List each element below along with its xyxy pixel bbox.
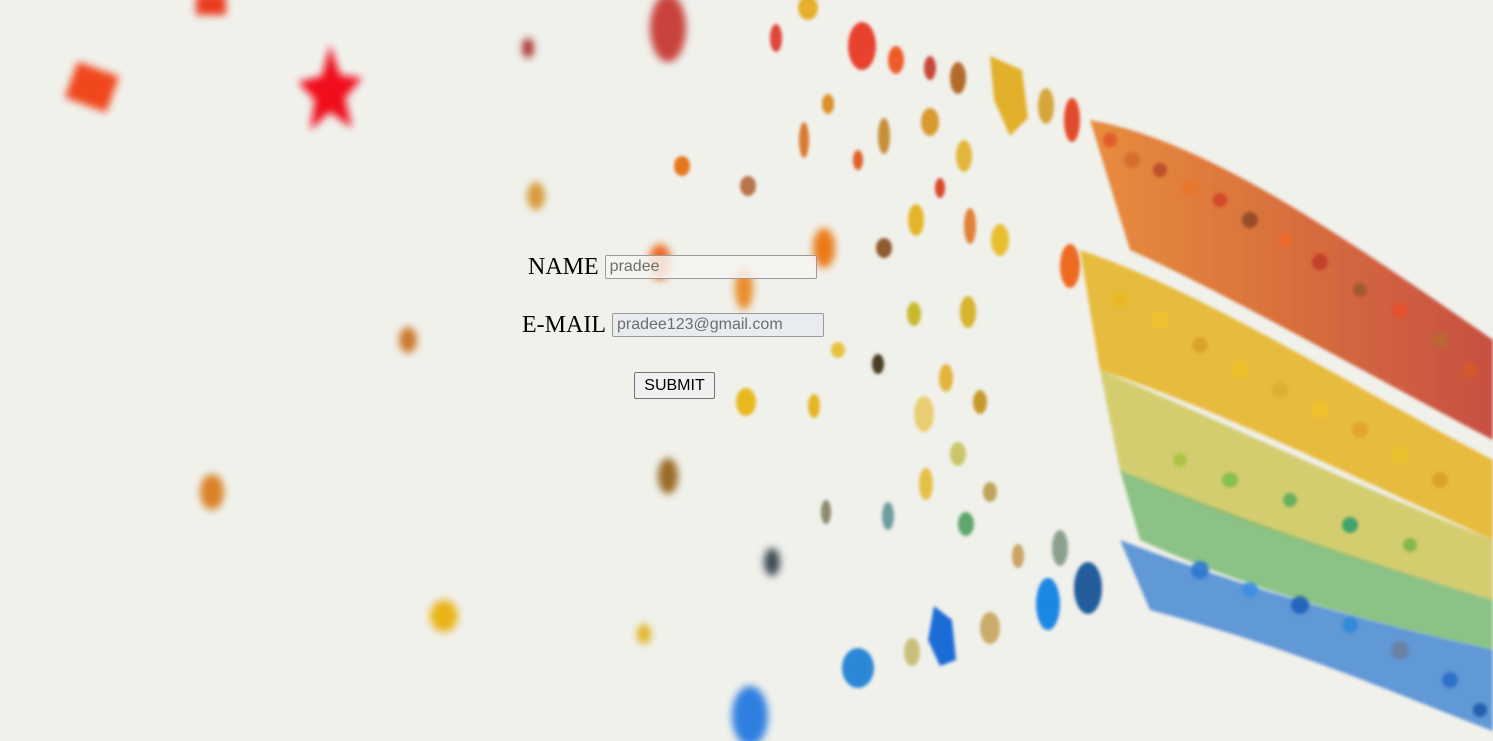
name-input[interactable] — [604, 255, 817, 279]
submit-button[interactable]: SUBMIT — [634, 372, 715, 399]
signup-form: NAME E-MAIL SUBMIT — [0, 0, 1493, 741]
email-input[interactable] — [611, 313, 824, 337]
email-label: E-MAIL — [522, 312, 606, 338]
name-label: NAME — [528, 254, 599, 280]
email-row: E-MAIL — [522, 311, 824, 339]
name-row: NAME — [528, 253, 817, 281]
